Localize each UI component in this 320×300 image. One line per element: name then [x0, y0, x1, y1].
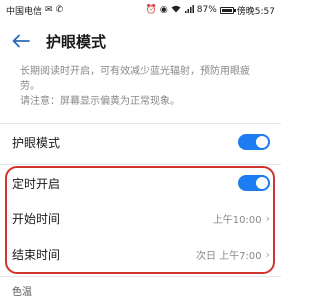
divider [0, 276, 281, 277]
status-left: 中国电信 ✉ ✆ [6, 4, 63, 17]
start-time-value-group: 上午10:00 › [213, 211, 270, 226]
start-time-label: 开始时间 [12, 211, 61, 226]
chevron-right-icon: › [265, 211, 270, 225]
schedule-label: 定时开启 [12, 176, 61, 191]
end-time-value: 次日 上午7:00 [195, 250, 262, 262]
divider [0, 164, 281, 165]
schedule-toggle[interactable] [238, 175, 270, 191]
chat-icon: ✆ [55, 4, 64, 15]
eye-icon: ◉ [159, 4, 168, 15]
end-time-value-group: 次日 上午7:00 › [196, 247, 270, 262]
battery-percent: 87% [196, 5, 217, 15]
battery-fill [221, 8, 232, 12]
color-temp-section-label: 色温 [12, 287, 32, 298]
clock: 傍晚5:57 [236, 6, 275, 17]
wifi-icon [171, 5, 181, 16]
end-time-label: 结束时间 [12, 247, 61, 262]
schedule-row[interactable]: 定时开启 [12, 172, 270, 194]
app-bar: 护眼模式 [0, 26, 281, 56]
page-title: 护眼模式 [46, 32, 107, 51]
status-right: ⏰ ◉ 87% 傍晚5:57 [146, 4, 275, 17]
start-time-value: 上午10:00 [212, 214, 262, 226]
notification-icon: ✉ [45, 4, 53, 15]
carrier-label: 中国电信 [6, 6, 43, 17]
description-line-2: 请注意：屏幕显示偏黄为正常现象。 [20, 96, 180, 107]
status-bar: 中国电信 ✉ ✆ ⏰ ◉ 87% 傍晚5:57 [0, 0, 281, 20]
description: 长期阅读时开启，可有效减少蓝光辐射，预防用眼疲劳。 请注意：屏幕显示偏黄为正常现… [20, 64, 268, 109]
signal-icon [184, 4, 194, 16]
arrow-left-icon [12, 34, 30, 48]
eye-mode-row[interactable]: 护眼模式 [12, 130, 270, 154]
back-button[interactable] [10, 30, 32, 52]
description-line-1: 长期阅读时开启，可有效减少蓝光辐射，预防用眼疲劳。 [20, 66, 250, 92]
toggle-knob [256, 177, 268, 189]
eye-mode-toggle[interactable] [238, 134, 270, 150]
battery-icon [219, 6, 236, 14]
toggle-knob [256, 136, 268, 148]
end-time-row[interactable]: 结束时间 次日 上午7:00 › [12, 243, 270, 265]
divider [0, 123, 281, 124]
eye-mode-label: 护眼模式 [12, 135, 61, 150]
alarm-icon: ⏰ [145, 4, 157, 15]
start-time-row[interactable]: 开始时间 上午10:00 › [12, 207, 270, 229]
chevron-right-icon: › [265, 247, 270, 261]
